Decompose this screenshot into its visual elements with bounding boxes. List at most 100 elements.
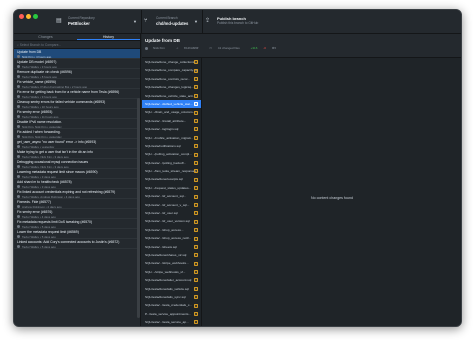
publish-branch-button[interactable]: ⇪ Publish branch Publish this branch to … [203,12,283,32]
changed-file-item[interactable]: SQL/.../stripe_webhooks_sf... ± [142,268,201,276]
changed-file-item[interactable]: SQL/tesla/...distfied_vehicle_stat... ± [142,99,201,109]
toolbar: ▤ Current Repository PetBlocker ▼ ⑂ Curr… [14,10,461,34]
no-changes-message: No content changes found [311,196,353,200]
commit-list-item[interactable]: Remove duplicate vin check (#6596) Taylor… [14,69,140,79]
commit-author-time: Taylor Walley • 10 hours ago [22,104,59,109]
commit-list-item[interactable]: Disable IPv6 name resolution. Nick Kim, N… [14,119,140,129]
avatar [17,245,20,248]
commit-list-item[interactable]: Fix error for getting back from for a ve… [14,89,140,99]
changed-file-item[interactable]: SQL/tesla/done/shares_v2.sql ± [142,251,201,259]
changed-file-item[interactable]: P.../tesla_service_appointments... ± [142,310,201,318]
close-window-button[interactable] [19,14,24,19]
changed-file-item[interactable]: SQL/tesla/.../shop_access_notif... ± [142,234,201,242]
scrollbar[interactable] [137,98,140,318]
commit-list-item[interactable]: Update from DB Nick Kim • 4 hours ago [14,49,140,59]
minimize-window-button[interactable] [26,14,31,19]
changed-file-item[interactable]: SQL/tesla/...log/login.sql ± [142,125,201,133]
branch-compare-filter[interactable]: ⌕ Select Branch to Compare... [14,41,140,49]
changed-file-item[interactable]: SQL/.../polling_activation_compl... ± [142,150,201,158]
changed-file-item[interactable]: SQL/tesla/done_changes_logicsq... ± [142,83,201,91]
repository-selector[interactable]: ▤ Current Repository PetBlocker ▼ [54,12,141,32]
tab-history[interactable]: History [77,34,140,40]
commit-list-item[interactable]: Update DB model (#6597) Taylor Walley • 3… [14,59,140,69]
file-path: SQL/tesla/done_change_collections... [145,60,197,64]
modified-badge-icon: ± [194,303,198,308]
publish-subtitle: Publish this branch to GitHub [217,21,259,25]
file-path: SQL/tesla/.../sheets.sql [145,244,177,249]
commit-list-item[interactable]: Lowering metadata request limit since ma… [14,169,140,179]
changed-file-item[interactable]: SQL/tesla/.../shop_access... ± [142,226,201,234]
commit-list-item[interactable]: Fix added / when forwarding. Nick Kim, Ni… [14,129,140,139]
changed-file-item[interactable]: SQL/tesla/.../sf_user_version.sql ± [142,217,201,225]
modified-badge-icon: ± [194,202,198,207]
changed-file-item[interactable]: SQL/tesla/done/tailer_account.sql ± [142,276,201,284]
file-path: SQL/tesla/...log/login.sql [145,127,179,132]
commit-list-item[interactable]: Lower the metadata request limit (#6569)… [14,229,140,239]
changed-file-item[interactable]: SQL/tesla/done_change_collections... ± [142,58,201,66]
tab-changes[interactable]: Changes [14,34,77,40]
modified-badge-icon: ± [194,228,198,233]
changed-file-item[interactable]: SQL/.../fam_tesla_stream_responses... ± [142,167,201,175]
changed-file-item[interactable]: SQL/tesla/done_compare_capacity.sql ± [142,66,201,74]
branch-selector[interactable]: ⑂ Current Branch chd/md-updates ▼ [142,12,202,32]
commit-list-item[interactable]: Make trying to get a user that isn't in … [14,149,140,159]
commit-author-time: Taylor Walley • 4 days ago [22,214,56,219]
commit-list-item[interactable]: Linked accounts: Add Cory's connected ac… [14,239,140,249]
modified-badge-icon: ± [194,177,198,182]
changed-file-item[interactable]: SQL/tesla/.../sf_account_v_sql... ± [142,201,201,209]
additions-count: +316 [250,46,258,50]
avatar [17,115,20,118]
modified-badge-icon: ± [194,295,198,300]
avatar [17,155,20,158]
changed-file-item[interactable]: SQL/tesla/.../polling_backoff... ± [142,159,201,167]
changed-file-item[interactable]: SQL/tesla/.../stripe_webhooks... ± [142,259,201,267]
commit-list-item[interactable]: get_user_async "no user found" error -> … [14,139,140,149]
avatar [17,75,20,78]
changed-file-item[interactable]: SQL/tesla/done/tails_sync.sql ± [142,293,201,301]
changed-file-item[interactable]: SQL/tesla/.../sheets.sql ± [142,243,201,251]
modified-badge-icon: ± [194,144,198,149]
modified-badge-icon: ± [194,68,198,73]
file-path: SQL/.../drain_and_usage_columns... [145,110,196,115]
commit-list-item[interactable]: Add shard m to healthcheck (#6578) Taylor… [14,179,140,189]
commit-list-item[interactable]: Debugging occasional mysql connection is… [14,159,140,169]
modified-badge-icon: ± [194,160,198,165]
commit-list-item[interactable]: Cleanup sentry errors for failed vehicle… [14,99,140,109]
commit-sha[interactable]: ⊸ 8f-2f4d9f0f [176,46,204,50]
changed-file-item[interactable]: SQL/tesla/notifications.sql ± [142,142,201,150]
commit-author-time: Taylor Walley • 9 hours ago [22,94,57,99]
commit-list-item[interactable]: Fix vehicle_name (#6596) Taylor Walley, P… [14,79,140,89]
commit-list-item[interactable]: Fix sentry error (#6593) Taylor Walley • … [14,109,140,119]
commit-meta: Taylor Walley • 8 hours ago [17,75,137,78]
commit-author-time: Taylor Walley • 3 days ago [22,174,56,179]
commit-list-item[interactable]: Fix sentry error (#6576) Taylor Walley • … [14,209,140,219]
changed-file-item[interactable]: SQL/.../drain_and_usage_columns... ± [142,108,201,116]
changed-file-item[interactable]: SQL/tesla/done/receipts.sql ± [142,175,201,183]
commit-list-item[interactable]: Fix metadata requests limit DoS tweaking… [14,219,140,229]
commit-meta: Taylor Walley • 10 hours ago [17,104,137,109]
changed-file-item[interactable]: SQL/tesla/done_vehicle_state_acti... ± [142,92,201,100]
changed-file-item[interactable]: SQL/.../request_status_updates... ± [142,184,201,192]
zoom-window-button[interactable] [33,14,38,19]
changed-file-item[interactable]: SQL/tesla/.../tesla_service_ap... ± [142,318,201,326]
commit-list-item[interactable]: Fixmeds. Fide (#6577) Andrew Robinson • 4… [14,199,140,209]
changed-file-item[interactable]: SQL/tesla/.../sf_user.sql ± [142,209,201,217]
changed-file-item[interactable]: SQL/tesla/.../tesla_credentials_c... ± [142,301,201,309]
changed-file-item[interactable]: SQL/tesla/done_controls_recor... ± [142,75,201,83]
settings-gear-icon[interactable]: ⚙▾ [272,46,276,50]
commit-author-time: Taylor Walley, Python Formatting Bot • 2… [22,84,88,89]
repo-icon: ▤ [56,18,62,24]
changed-file-item[interactable]: SQL/tesla/.../install_attribute... ± [142,117,201,125]
modified-badge-icon: ± [194,219,198,224]
file-path: SQL/tesla/notifications.sql [145,143,181,148]
changed-file-item[interactable]: SQL/.../mobile_activation_migrati... ± [142,134,201,142]
file-path: SQL/tesla/.../stripe_webhooks... [145,261,189,266]
changed-file-item[interactable]: SQL/tesla/done/tails_vehicle.sql ± [142,285,201,293]
file-path: SQL/tesla/.../shop_access_notif... [145,236,192,241]
commit-list-item[interactable]: Fix linked account credentials expiring … [14,189,140,199]
avatar [17,215,20,218]
commit-meta: Nick Kim • 4 hours ago [17,55,137,58]
changed-file-item[interactable]: SQL/tesla/.../sf_account_sql... ± [142,192,201,200]
sha-icon: ⊸ [175,46,180,50]
commit-author-time: Taylor Walley • 5 days ago [22,244,56,249]
